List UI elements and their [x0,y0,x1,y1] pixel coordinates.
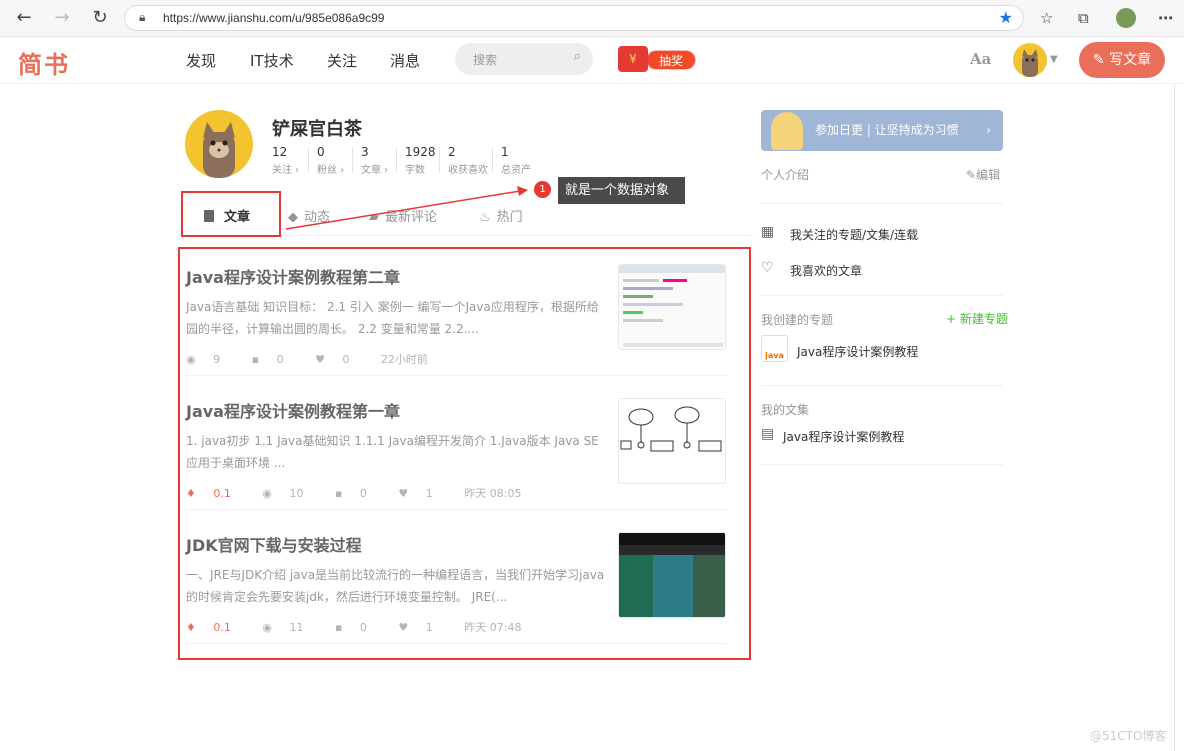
comments-stat[interactable]: ▪ 0 [252,353,298,366]
likes-count: 1 [425,487,433,500]
anthology-label: 我的文集 [761,403,810,417]
comments-stat[interactable]: ▪ 0 [335,621,381,634]
eye-icon: ◉ [186,353,200,366]
daily-update-banner[interactable]: 参加日更 | 让坚持成为习惯 › [761,110,1003,151]
created-topics-label: 我创建的专题 [761,313,834,327]
views-stat: ◉ 9 [186,353,234,366]
article-thumbnail[interactable] [618,398,726,484]
divider [761,203,1003,204]
article-abstract: 1. java初步 1.1 Java基础知识 1.1.1 Java编程开发简介 … [186,434,599,470]
jewel-value: 0.1 [213,487,231,500]
views-stat: ◉ 10 [262,487,317,500]
likes-count: 1 [425,621,433,634]
anthology-link[interactable]: Java程序设计案例教程 [783,428,904,445]
divider [761,295,1003,296]
divider [761,464,1003,465]
views-count: 11 [289,621,304,634]
heart-icon: ♥ [398,621,412,634]
banner-text: 参加日更 | 让坚持成为习惯 [815,123,959,137]
views-count: 9 [213,353,221,366]
website-thumbnail-image [619,533,725,617]
likes-stat: ♥ 1 [398,487,446,500]
followed-topics-link[interactable]: 我关注的专题/文集/连载 [790,226,918,243]
heart-icon: ♥ [398,487,412,500]
article-abstract: 一、JRE与JDK介绍 java是当前比较流行的一种编程语言，当我们开始学习ja… [186,568,605,604]
comment-icon: ▪ [334,487,346,500]
jewel-stat: ♦ 0.1 [186,621,245,634]
jewel-value: 0.1 [213,621,231,634]
article-thumbnail[interactable] [618,264,726,350]
eye-icon: ◉ [262,621,276,634]
chevron-right-icon: › [986,123,991,137]
notebook-icon: ▤ [761,426,775,442]
topic-link[interactable]: Java程序设计案例教程 [797,343,918,360]
likes-stat: ♥ 1 [398,621,446,634]
pencil-icon: ✎ [966,168,977,182]
article-abstract: Java语言基础 知识目标： 2.1 引入 案例一 编写一个Java应用程序，根… [186,300,599,336]
likes-stat: ♥ 0 [315,353,363,366]
reading-girl-illustration-icon [771,112,803,150]
article-meta: ◉ 9 ▪ 0 ♥ 0 22小时前 [186,351,726,367]
divider [761,385,1003,386]
views-stat: ◉ 11 [262,621,317,634]
comments-stat[interactable]: ▪ 0 [335,487,381,500]
article-time: 昨天 07:48 [464,621,522,634]
divider [186,375,726,376]
article-time: 22小时前 [380,353,428,366]
eye-icon: ◉ [262,487,276,500]
jewel-stat: ♦ 0.1 [186,487,245,500]
watermark: @51CTO博客 [1090,729,1167,743]
java-logo-icon: java [761,335,788,362]
comments-count: 0 [359,487,367,500]
article-thumbnail[interactable] [618,532,726,618]
intro-label: 个人介绍 [761,168,810,182]
heart-icon: ♥ [315,353,329,366]
divider [186,643,726,644]
liked-articles-link[interactable]: 我喜欢的文章 [790,262,862,279]
grid-icon: ▦ [761,224,775,240]
annotation-tooltip: 就是一个数据对象 [558,177,685,204]
article-time: 昨天 08:05 [464,487,522,500]
divider [186,509,726,510]
new-topic-button[interactable]: + 新建专题 [946,310,1008,327]
article-meta: ♦ 0.1 ◉ 10 ▪ 0 ♥ 1 昨天 08:05 [186,485,726,501]
article-meta: ♦ 0.1 ◉ 11 ▪ 0 ♥ 1 昨天 07:48 [186,619,726,635]
edit-intro-button[interactable]: ✎编辑 [966,166,1000,183]
comments-count: 0 [276,353,284,366]
annotation-badge: 1 [534,181,551,198]
flowchart-thumbnail-image [620,406,722,452]
comment-icon: ▪ [251,353,263,366]
screenshot-thumbnail-image [619,265,725,347]
scrollbar[interactable] [1174,84,1175,751]
edit-label: 编辑 [976,168,1001,182]
comments-count: 0 [359,621,367,634]
views-count: 10 [289,487,304,500]
comment-icon: ▪ [334,621,346,634]
heart-outline-icon: ♡ [761,260,774,276]
diamond-icon: ♦ [186,487,200,500]
likes-count: 0 [342,353,350,366]
diamond-icon: ♦ [186,621,200,634]
